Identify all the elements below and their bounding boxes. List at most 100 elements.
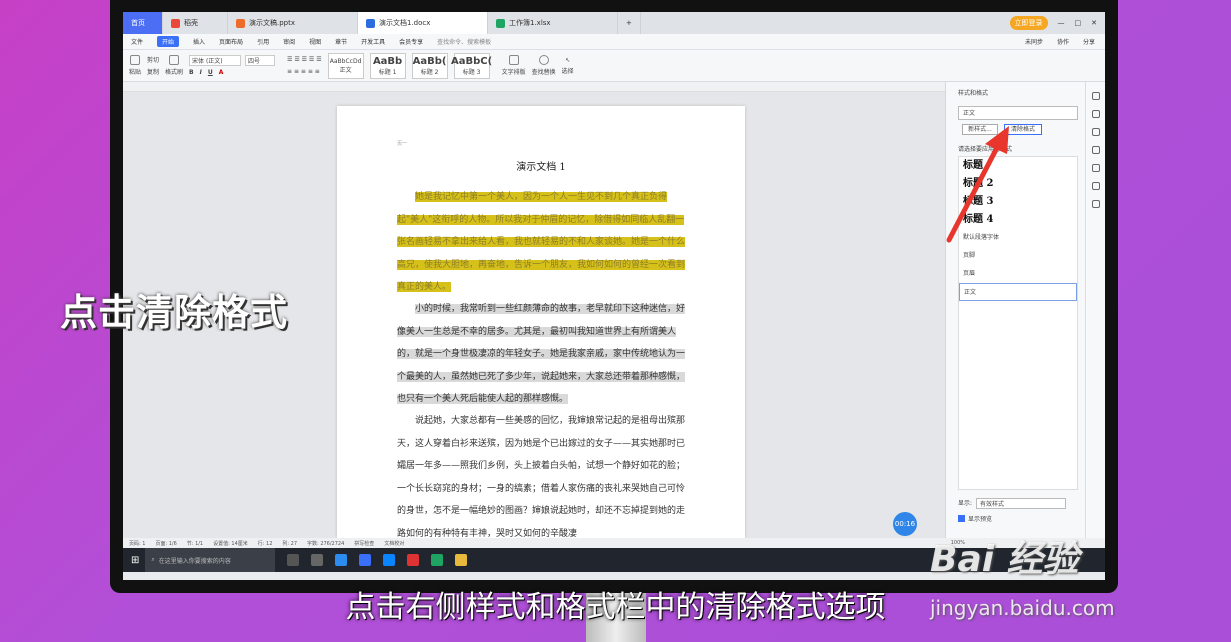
- size-select[interactable]: 四号: [245, 55, 276, 66]
- taskbar-search[interactable]: ⌕ 在这里输入你要搜索的内容: [145, 548, 276, 572]
- panel-title: 样式和格式: [958, 90, 989, 97]
- taskbar-search-text: 在这里输入你要搜索的内容: [158, 557, 231, 565]
- format-painter-label: 格式刷: [165, 69, 184, 76]
- doc-proof[interactable]: 文档校对: [384, 540, 404, 547]
- copy-button[interactable]: 复制: [147, 67, 159, 76]
- list-buttons[interactable]: ☰ ☰ ☰ ☰ ☰: [287, 56, 322, 63]
- tab-pptx[interactable]: 演示文稿.pptx: [228, 12, 358, 34]
- current-style-select[interactable]: 正文: [958, 106, 1078, 120]
- format-painter-button[interactable]: 格式刷: [165, 55, 183, 76]
- command-search[interactable]: 查找命令、搜索模板: [437, 37, 491, 46]
- tab-xlsx[interactable]: 工作簿1.xlsx: [488, 12, 618, 34]
- underline-button[interactable]: U: [208, 69, 213, 76]
- style-heading-3[interactable]: AaBbC(标题 3: [450, 52, 493, 79]
- show-select[interactable]: 有效样式: [976, 498, 1067, 509]
- maximize-icon[interactable]: □: [1075, 19, 1082, 27]
- style-preview: AaBbC(: [450, 55, 493, 67]
- style-item-header[interactable]: 页眉: [959, 265, 1077, 283]
- select-tool-icon[interactable]: [1091, 128, 1100, 136]
- style-label: 标题 2: [420, 68, 439, 76]
- cursor-icon: ↖: [565, 56, 571, 64]
- folder-icon[interactable]: [455, 554, 468, 566]
- style-preview: AaBb: [372, 55, 403, 67]
- selected-text: 小的时候，我常听到一些红颜薄命的故事，老早就印下这种迷信，好像美人一生总是不幸的…: [397, 304, 686, 404]
- text-layout-label: 文字排版: [501, 69, 526, 76]
- menu-member[interactable]: 会员专享: [399, 37, 423, 46]
- document-page: 页一 演示文档 1 她是我记忆中第一个美人，因为一个人一生见不到几个真正负得起"…: [337, 106, 745, 538]
- document-title[interactable]: 演示文档 1: [337, 158, 745, 173]
- subtitle-caption: 点击右侧样式和格式栏中的清除格式选项: [345, 590, 886, 625]
- italic-button[interactable]: I: [200, 69, 202, 76]
- paragraph-2[interactable]: 小的时候，我常听到一些红颜薄命的故事，老早就印下这种迷信，好像美人一生总是不幸的…: [397, 298, 686, 411]
- status-page: 页码: 1: [129, 540, 146, 547]
- find-replace-button[interactable]: 查找替换: [532, 55, 556, 76]
- style-item-footer[interactable]: 页脚: [959, 247, 1077, 265]
- timer-badge[interactable]: 00:16: [893, 512, 917, 536]
- brush-tool-icon[interactable]: [1091, 110, 1100, 118]
- style-tool-icon[interactable]: [1091, 92, 1100, 100]
- share-button[interactable]: 分享: [1083, 37, 1105, 46]
- paragraph-1[interactable]: 她是我记忆中第一个美人，因为一个人一生见不到几个真正负得起"美人"这衔呼的人物。…: [397, 186, 686, 299]
- task-view-icon[interactable]: [311, 554, 324, 566]
- wps-icon[interactable]: [407, 554, 420, 566]
- tab-docx[interactable]: 演示文档1.docx: [358, 12, 488, 34]
- tab-label: 演示文档1.docx: [379, 19, 431, 27]
- edge-icon[interactable]: [335, 554, 348, 566]
- status-setting: 设置值: 14厘米: [213, 540, 248, 547]
- status-words[interactable]: 字数: 276/2724: [307, 540, 344, 547]
- menu-insert[interactable]: 插入: [193, 37, 205, 46]
- sync-status[interactable]: 未同步: [1025, 37, 1043, 46]
- font-color-button[interactable]: A: [219, 69, 224, 76]
- app-icon[interactable]: [359, 554, 372, 566]
- header-mark: 页一: [397, 141, 408, 147]
- menu-layout[interactable]: 页面布局: [219, 37, 243, 46]
- spell-check[interactable]: 拼写检查: [354, 540, 374, 547]
- bold-button[interactable]: B: [189, 69, 194, 76]
- paragraph-3[interactable]: 说起她，大家总都有一些美感的回忆，我婶娘常记起的是祖母出殡那天，这人穿着白衫来送…: [397, 410, 685, 538]
- red-arrow-icon: [946, 126, 1009, 243]
- tab-home[interactable]: 首页: [123, 12, 163, 34]
- status-pages: 页面: 1/6: [155, 540, 177, 547]
- collab-button[interactable]: 协作: [1057, 37, 1069, 46]
- preview-checkbox[interactable]: [958, 515, 965, 522]
- show-label: 显示:: [958, 500, 973, 507]
- font-select[interactable]: 宋体 (正文): [189, 55, 242, 66]
- explorer-icon[interactable]: [383, 554, 396, 566]
- windows-start-icon[interactable]: ⊞: [131, 555, 139, 566]
- adjust-tool-icon[interactable]: [1091, 146, 1100, 154]
- style-preview: AaBb(: [412, 55, 447, 67]
- minimize-icon[interactable]: —: [1058, 19, 1065, 27]
- location-tool-icon[interactable]: [1091, 200, 1100, 208]
- tab-bar: 首页 稻壳 演示文稿.pptx 演示文档1.docx 工作簿1.xlsx + 立…: [123, 12, 1105, 34]
- login-button[interactable]: 立即登录: [1009, 16, 1048, 30]
- browser-icon[interactable]: [431, 554, 444, 566]
- style-heading-2[interactable]: AaBb(标题 2: [411, 52, 448, 79]
- align-buttons[interactable]: ≡ ≡ ≡ ≡ ≡: [287, 68, 322, 75]
- cortana-icon[interactable]: [287, 554, 300, 566]
- new-tab-button[interactable]: +: [618, 12, 641, 34]
- share-tool-icon[interactable]: [1091, 182, 1100, 190]
- select-label: 选择: [561, 67, 574, 75]
- menu-reference[interactable]: 引用: [257, 37, 269, 46]
- magnifier-icon: [538, 55, 549, 65]
- select-button[interactable]: ↖ 选择: [562, 57, 574, 75]
- style-item-normal[interactable]: 正文: [959, 283, 1077, 301]
- menu-devtools[interactable]: 开发工具: [361, 37, 385, 46]
- time-tool-icon[interactable]: [1091, 164, 1100, 172]
- cut-button[interactable]: 剪切: [147, 55, 159, 64]
- tab-docer[interactable]: 稻壳: [163, 12, 228, 34]
- style-heading-1[interactable]: AaBb 标题 1: [369, 52, 406, 79]
- status-section: 节: 1/1: [186, 540, 204, 547]
- paste-label: 粘贴: [129, 69, 142, 76]
- tab-label: 首页: [131, 19, 145, 27]
- style-normal[interactable]: AaBbCcDd 正文: [327, 52, 364, 79]
- preview-label: 显示预览: [968, 516, 993, 523]
- menu-start[interactable]: 开始: [157, 36, 180, 47]
- close-icon[interactable]: ✕: [1091, 19, 1097, 27]
- menu-file[interactable]: 文件: [131, 37, 143, 46]
- menu-chapter[interactable]: 章节: [335, 37, 347, 46]
- menu-view[interactable]: 视图: [309, 37, 321, 46]
- paste-button[interactable]: 粘贴: [129, 55, 141, 76]
- menu-review[interactable]: 审阅: [283, 37, 295, 46]
- text-layout-button[interactable]: 文字排版: [502, 55, 526, 76]
